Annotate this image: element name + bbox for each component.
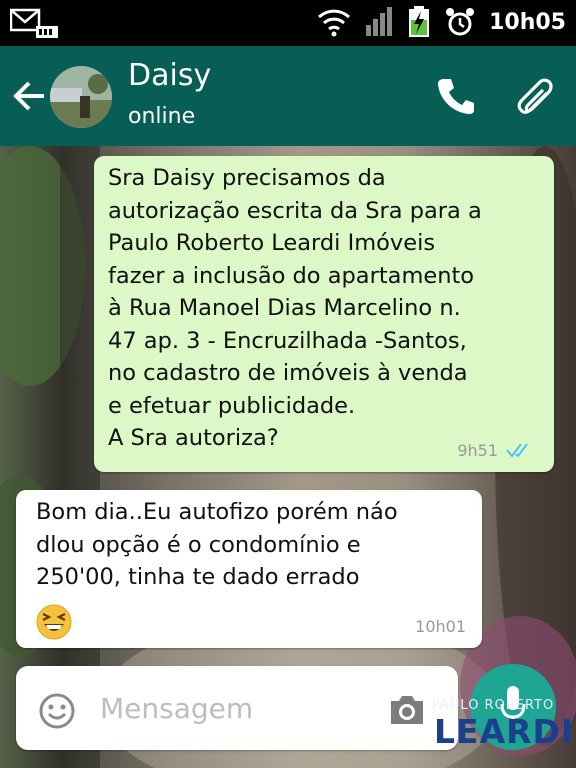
watermark-subtitle: PAULO ROBERTO <box>432 698 555 713</box>
avatar[interactable] <box>50 66 112 128</box>
message-text: Sra Daisy precisamos da autorização escr… <box>108 165 482 451</box>
double-check-read-icon <box>506 443 528 458</box>
outgoing-message[interactable]: Sra Daisy precisamos da autorização escr… <box>94 156 554 472</box>
battery-charging-icon <box>409 6 430 37</box>
message-time: 10h01 <box>415 617 466 636</box>
status-bar: 10h05 <box>0 0 576 46</box>
message-composer[interactable]: Mensagem <box>16 666 458 750</box>
avatar-photo <box>50 66 112 128</box>
envelope-icon <box>9 8 58 38</box>
camera-icon[interactable] <box>388 694 426 726</box>
emoji-picker-icon[interactable] <box>38 692 76 730</box>
clock: 10h05 <box>489 9 566 35</box>
wifi-icon <box>318 9 351 37</box>
chat-header: Daisy online <box>0 46 576 146</box>
alarm-icon <box>446 8 475 36</box>
watermark-title: LEARDI <box>434 712 575 751</box>
incoming-message[interactable]: Bom dia..Eu autofizo porém náo dlou opçã… <box>16 490 482 648</box>
message-time: 9h51 <box>457 441 498 460</box>
message-input[interactable]: Mensagem <box>100 692 253 725</box>
chat-area[interactable]: Sra Daisy precisamos da autorização escr… <box>0 146 576 768</box>
contact-name[interactable]: Daisy <box>128 58 211 93</box>
grinning-squinting-face-icon <box>36 604 72 640</box>
contact-status: online <box>128 104 196 129</box>
signal-icon <box>366 7 393 36</box>
back-arrow-icon[interactable] <box>12 74 48 118</box>
phone-call-icon[interactable] <box>436 76 476 116</box>
message-text: Bom dia..Eu autofizo porém náo dlou opçã… <box>36 499 398 590</box>
watermark-logo: PAULO ROBERTO LEARDI <box>432 698 573 758</box>
notification-icons <box>9 6 60 44</box>
attach-paperclip-icon[interactable] <box>512 74 556 118</box>
